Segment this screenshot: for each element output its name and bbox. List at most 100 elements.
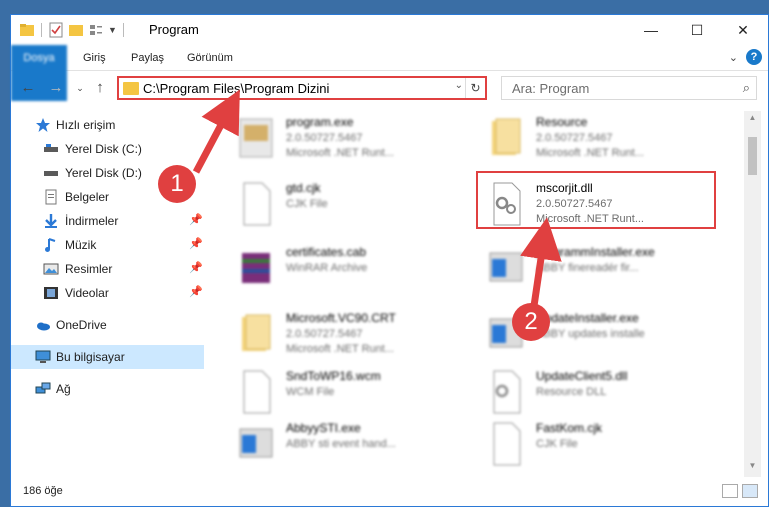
list-item[interactable]: FastKom.cjk CJK File bbox=[456, 417, 696, 473]
exe-file-icon bbox=[239, 118, 273, 158]
file-name: SndToWP16.wcm bbox=[286, 369, 381, 383]
vertical-scrollbar[interactable]: ▲ ▼ bbox=[744, 111, 761, 477]
tab-view[interactable]: Görünüm bbox=[177, 45, 243, 71]
address-path[interactable]: C:\Program Files\Program Dizini bbox=[143, 81, 329, 96]
folder-icon bbox=[123, 82, 139, 95]
tab-home[interactable]: Giriş bbox=[73, 45, 116, 71]
sidebar-item-label: Videolar bbox=[65, 286, 109, 300]
list-item[interactable]: AbbyySTI.exe ABBY sti event hand... bbox=[206, 417, 446, 473]
large-icons-view-icon[interactable] bbox=[742, 484, 758, 498]
exe-file-icon bbox=[489, 252, 523, 282]
close-button[interactable]: ✕ bbox=[720, 15, 766, 45]
dll-file-icon bbox=[493, 370, 521, 414]
tab-share[interactable]: Paylaş bbox=[121, 45, 174, 71]
sidebar-item-label: OneDrive bbox=[56, 318, 107, 332]
window-title: Program bbox=[149, 22, 199, 37]
minimize-button[interactable]: — bbox=[628, 15, 674, 45]
star-icon bbox=[36, 118, 50, 132]
file-icon bbox=[493, 422, 521, 466]
pin-icon[interactable]: 📌 bbox=[189, 213, 203, 226]
recent-locations-icon[interactable]: ⌄ bbox=[71, 79, 89, 97]
file-description: Microsoft .NET Runt... bbox=[286, 147, 394, 159]
divider bbox=[122, 23, 124, 37]
sidebar-item-quick-access[interactable]: Hızlı erişim bbox=[11, 113, 204, 137]
search-placeholder: Ara: Program bbox=[512, 81, 590, 96]
pin-icon[interactable]: 📌 bbox=[189, 237, 203, 250]
view-options-icon[interactable] bbox=[88, 22, 104, 38]
file-description: Microsoft .NET Runt... bbox=[536, 147, 644, 159]
scroll-up-icon[interactable]: ▲ bbox=[744, 113, 761, 127]
view-toggle-group bbox=[722, 484, 758, 498]
file-description: Microsoft .NET Runt... bbox=[286, 343, 394, 355]
list-item[interactable]: gtd.cjk CJK File bbox=[206, 177, 446, 233]
step-marker-1: 1 bbox=[158, 165, 196, 203]
file-name: Microsoft.VC90.CRT bbox=[286, 311, 396, 325]
back-arrow-icon[interactable]: ← bbox=[19, 79, 37, 97]
chevron-down-icon[interactable]: ⌄ bbox=[455, 80, 463, 91]
highlight-box bbox=[476, 171, 716, 229]
list-item[interactable]: program.exe 2.0.50727.5467 Microsoft .NE… bbox=[206, 111, 446, 167]
chevron-down-icon[interactable]: ⌄ bbox=[729, 51, 738, 64]
up-arrow-icon[interactable]: ↑ bbox=[91, 79, 109, 97]
archive-icon bbox=[242, 253, 270, 283]
sidebar-item-network[interactable]: Ağ bbox=[11, 377, 204, 401]
file-name: UpdateClient5.dll bbox=[536, 369, 628, 383]
computer-icon bbox=[35, 350, 51, 363]
file-type: WinRAR Archive bbox=[286, 262, 368, 274]
file-list: program.exe 2.0.50727.5467 Microsoft .NE… bbox=[206, 111, 744, 473]
sidebar-item-downloads[interactable]: İndirmeler 📌 bbox=[11, 209, 204, 233]
list-item[interactable]: certificates.cab WinRAR Archive bbox=[206, 241, 446, 297]
refresh-icon[interactable]: ↻ bbox=[465, 78, 485, 98]
step-marker-2: 2 bbox=[512, 303, 550, 341]
properties-icon[interactable] bbox=[48, 22, 64, 38]
file-version: 2.0.50727.5467 bbox=[286, 328, 363, 340]
search-input[interactable]: Ara: Program ⌕ bbox=[501, 76, 757, 100]
file-icon bbox=[243, 370, 271, 414]
file-icon bbox=[243, 182, 271, 226]
item-count: 186 öğe bbox=[23, 485, 63, 497]
sidebar-item-music[interactable]: Müzik 📌 bbox=[11, 233, 204, 257]
list-item[interactable]: UpdateClient5.dll Resource DLL bbox=[456, 365, 696, 421]
file-name: Resource bbox=[536, 115, 588, 129]
sidebar-item-label: İndirmeler bbox=[65, 214, 119, 228]
list-item[interactable]: programmInstaller.exe ABBY finereadér fi… bbox=[456, 241, 696, 297]
scroll-down-icon[interactable]: ▼ bbox=[744, 461, 761, 475]
details-view-icon[interactable] bbox=[722, 484, 738, 498]
sidebar-item-videos[interactable]: Videolar 📌 bbox=[11, 281, 204, 305]
list-item[interactable]: Microsoft.VC90.CRT 2.0.50727.5467 Micros… bbox=[206, 307, 446, 363]
download-icon bbox=[45, 214, 57, 228]
chevron-down-icon[interactable]: ▼ bbox=[108, 25, 117, 35]
video-icon bbox=[44, 287, 58, 299]
sidebar-item-pictures[interactable]: Resimler 📌 bbox=[11, 257, 204, 281]
documents-icon bbox=[45, 189, 57, 205]
sidebar-item-label: Resimler bbox=[65, 262, 113, 276]
maximize-button[interactable]: ☐ bbox=[674, 15, 720, 45]
help-icon[interactable]: ? bbox=[746, 49, 762, 65]
exe-file-icon bbox=[239, 428, 273, 458]
sidebar-item-this-pc[interactable]: Bu bilgisayar bbox=[11, 345, 204, 369]
file-name: certificates.cab bbox=[286, 245, 367, 259]
ribbon-help-group: ⌄ ? bbox=[729, 49, 762, 65]
file-name: programmInstaller.exe bbox=[536, 245, 655, 259]
folder-icon bbox=[20, 24, 34, 36]
list-item[interactable]: UpdateInstaller.exe ABBY updates install… bbox=[456, 307, 696, 363]
sidebar-item-label: Yerel Disk (D:) bbox=[65, 166, 142, 180]
sidebar-item-onedrive[interactable]: OneDrive bbox=[11, 313, 204, 337]
explorer-window: ▼ Program — ☐ ✕ Dosya Giriş Paylaş Görün… bbox=[10, 14, 769, 507]
folder-icon bbox=[242, 314, 271, 351]
file-name: FastKom.cjk bbox=[536, 421, 603, 435]
forward-arrow-icon[interactable]: → bbox=[47, 79, 65, 97]
pin-icon[interactable]: 📌 bbox=[189, 261, 203, 274]
address-bar[interactable]: C:\Program Files\Program Dizini ⌄ ↻ bbox=[117, 76, 487, 100]
search-icon[interactable]: ⌕ bbox=[743, 80, 750, 96]
pin-icon[interactable]: 📌 bbox=[189, 285, 203, 298]
file-type: CJK File bbox=[536, 438, 578, 450]
scroll-thumb[interactable] bbox=[748, 137, 757, 175]
new-folder-icon[interactable] bbox=[68, 22, 84, 38]
navigation-bar: ← → ⌄ ↑ C:\Program Files\Program Dizini … bbox=[11, 72, 768, 104]
status-bar: 186 öğe bbox=[11, 480, 768, 506]
list-item[interactable]: Resource 2.0.50727.5467 Microsoft .NET R… bbox=[456, 111, 696, 167]
list-item[interactable]: SndToWP16.wcm WCM File bbox=[206, 365, 446, 421]
sidebar-item-disk-c[interactable]: Yerel Disk (C:) bbox=[11, 137, 204, 161]
folder-icon bbox=[492, 118, 521, 155]
